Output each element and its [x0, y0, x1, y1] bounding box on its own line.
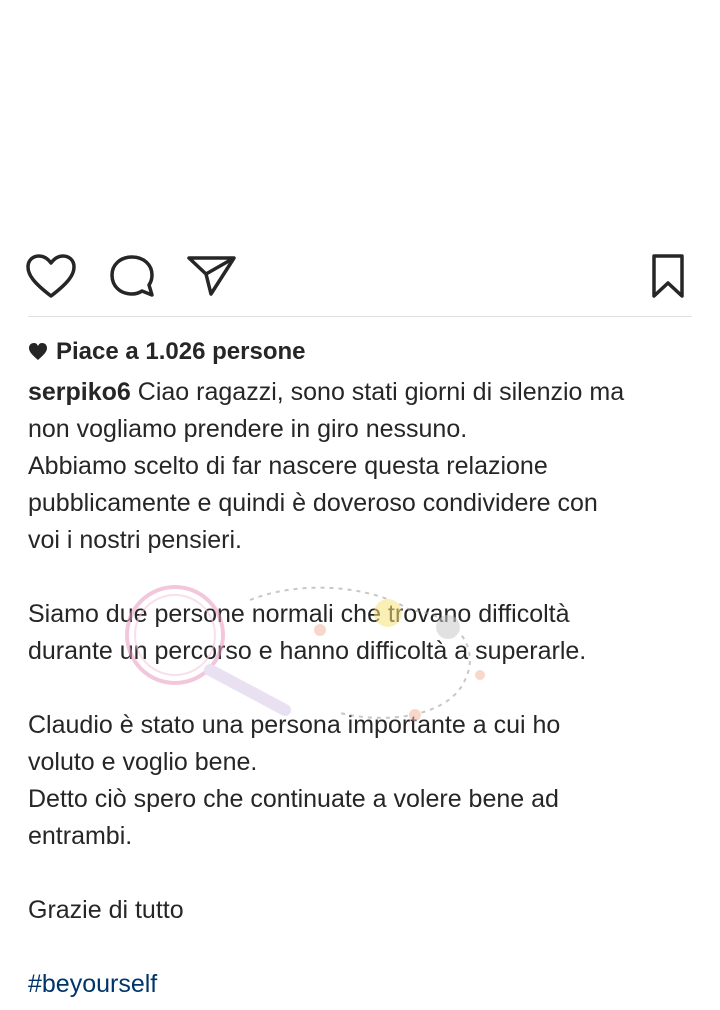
caption-line: Detto ciò spero che continuate a volere … [28, 785, 559, 813]
caption-line: non vogliamo prendere in giro nessuno. [28, 415, 468, 443]
caption-line: durante un percorso e hanno difficoltà a… [28, 637, 587, 665]
caption-line: entrambi. [28, 822, 133, 850]
bookmark-icon[interactable] [648, 252, 688, 300]
caption-line: voluto e voglio bene. [28, 748, 258, 776]
paper-plane-icon[interactable] [184, 252, 238, 300]
likes-row[interactable]: Piace a 1.026 persone [28, 334, 306, 370]
post-image[interactable] [0, 0, 720, 236]
heart-filled-icon [29, 343, 47, 360]
heart-outline-icon[interactable] [24, 252, 78, 300]
caption-line: Ciao ragazzi, sono stati giorni di silen… [137, 378, 625, 406]
caption-line: Abbiamo scelto di far nascere questa rel… [28, 452, 548, 480]
caption-line: pubblicamente e quindi è doveroso condiv… [28, 489, 598, 517]
username-link[interactable]: serpiko6 [28, 378, 131, 406]
comment-bubble-icon[interactable] [106, 252, 158, 300]
caption-line: voi i nostri pensieri. [28, 526, 242, 554]
likes-count[interactable]: Piace a 1.026 persone [56, 338, 306, 366]
caption-line: Siamo due persone normali che trovano di… [28, 600, 570, 628]
caption-line: Claudio è stato una persona importante a… [28, 711, 561, 739]
action-bar [0, 236, 720, 316]
divider [28, 316, 692, 317]
caption-line: Grazie di tutto [28, 896, 184, 924]
post-caption: serpiko6 Ciao ragazzi, sono stati giorni… [28, 374, 700, 1003]
hashtag-link[interactable]: #beyourself [28, 970, 157, 998]
